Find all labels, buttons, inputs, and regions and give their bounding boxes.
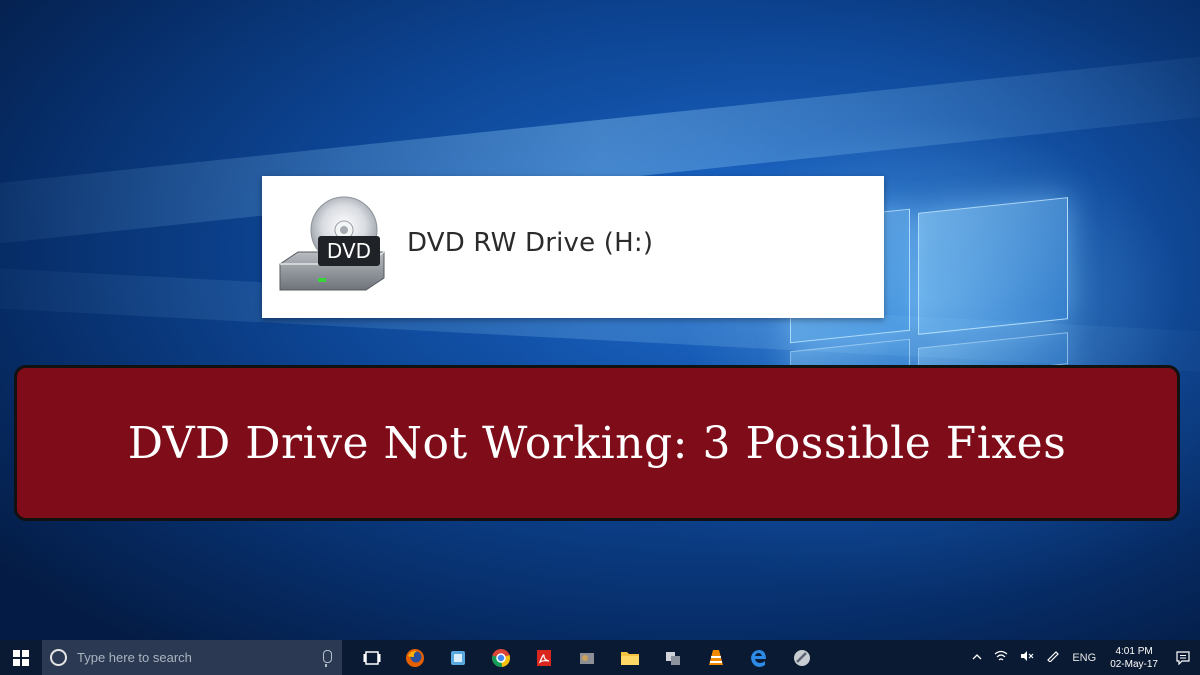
dvd-badge-text: DVD — [327, 239, 371, 263]
chrome-icon — [491, 648, 510, 667]
drive-card[interactable]: DVD DVD RW Drive (H:) — [262, 176, 884, 318]
firefox-icon — [405, 648, 424, 667]
taskbar-search[interactable] — [42, 640, 342, 675]
pen-icon[interactable] — [1040, 650, 1066, 665]
vlc-icon — [708, 649, 723, 665]
clock-date: 02-May-17 — [1110, 658, 1158, 670]
title-banner: DVD Drive Not Working: 3 Possible Fixes — [14, 365, 1180, 521]
edge-button[interactable] — [737, 640, 780, 675]
app-button[interactable] — [780, 640, 823, 675]
app-icon — [450, 650, 465, 665]
acrobat-icon — [536, 649, 551, 666]
firefox-button[interactable] — [393, 640, 436, 675]
cortana-icon — [50, 649, 67, 666]
clock[interactable]: 4:01 PM 02-May-17 — [1102, 645, 1166, 671]
app-icon — [665, 651, 680, 665]
app-button[interactable] — [565, 640, 608, 675]
clock-time: 4:01 PM — [1115, 645, 1153, 657]
windows-start-icon — [13, 649, 29, 666]
volume-muted-icon[interactable] — [1014, 650, 1040, 665]
app-button[interactable] — [651, 640, 694, 675]
action-center-icon[interactable] — [1166, 650, 1200, 665]
chevron-up-icon[interactable] — [966, 652, 988, 664]
taskbar: ENG 4:01 PM 02-May-17 — [0, 640, 1200, 675]
task-view-button[interactable] — [350, 640, 393, 675]
network-icon[interactable] — [988, 650, 1014, 665]
file-explorer-button[interactable] — [608, 640, 651, 675]
task-view-icon — [363, 650, 380, 665]
dvd-drive-icon: DVD — [279, 196, 385, 291]
microphone-icon[interactable] — [323, 650, 332, 667]
acrobat-button[interactable] — [522, 640, 565, 675]
system-tray: ENG 4:01 PM 02-May-17 — [966, 640, 1200, 675]
drive-label: DVD RW Drive (H:) — [407, 228, 654, 258]
banner-title: DVD Drive Not Working: 3 Possible Fixes — [127, 417, 1067, 469]
chrome-button[interactable] — [479, 640, 522, 675]
desktop-wallpaper — [0, 0, 1200, 640]
app-icon — [579, 652, 594, 664]
app-icon — [793, 649, 810, 666]
file-explorer-icon — [620, 651, 639, 665]
app-button[interactable] — [436, 640, 479, 675]
start-button[interactable] — [0, 640, 42, 675]
language-indicator[interactable]: ENG — [1066, 652, 1102, 664]
edge-icon — [750, 649, 766, 667]
search-input[interactable] — [75, 649, 309, 666]
vlc-button[interactable] — [694, 640, 737, 675]
